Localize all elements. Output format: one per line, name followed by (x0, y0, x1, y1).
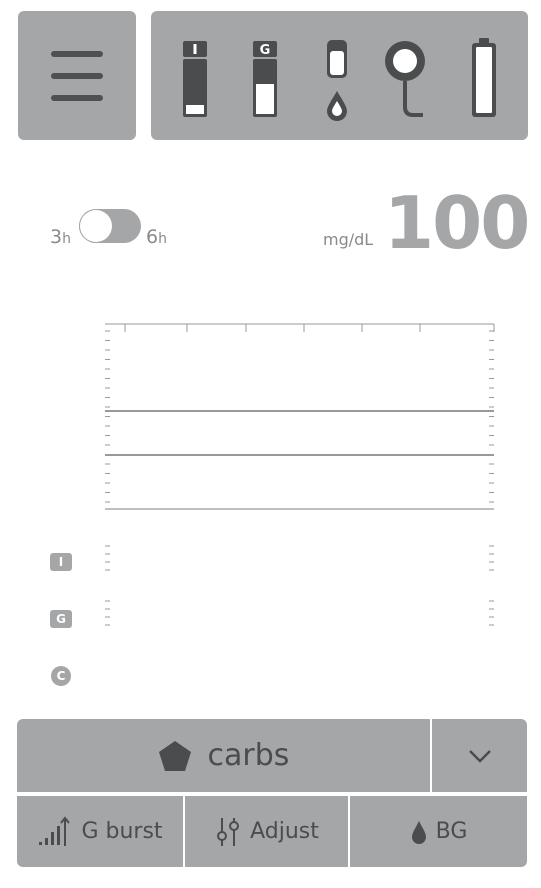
adjust-label: Adjust (250, 819, 319, 844)
right-axis-ticks (489, 330, 494, 503)
g-burst-icon (39, 815, 71, 846)
adjust-sliders-icon (217, 817, 240, 846)
blood-drop-icon (411, 820, 426, 844)
carbs-label: carbs (207, 738, 290, 773)
g-burst-button[interactable]: G burst (17, 796, 183, 867)
adjust-button[interactable]: Adjust (185, 796, 348, 867)
bg-label: BG (435, 819, 468, 844)
carbs-button[interactable]: carbs (17, 719, 430, 792)
glucose-graph (105, 323, 495, 626)
pentagon-icon (158, 740, 191, 771)
insulin-track-icon: I (50, 553, 72, 571)
glucagon-track-icon: G (50, 610, 72, 628)
carbs-track-icon: C (51, 666, 71, 686)
time-ticks (124, 324, 495, 332)
carbs-dropdown-button[interactable] (432, 719, 527, 792)
carbs-entry-panel: carbs (17, 719, 527, 792)
track-ticks (105, 545, 494, 626)
chevron-down-icon (468, 749, 491, 763)
left-axis-ticks (105, 330, 110, 503)
g-burst-label: G burst (81, 819, 163, 844)
bg-button[interactable]: BG (350, 796, 527, 867)
